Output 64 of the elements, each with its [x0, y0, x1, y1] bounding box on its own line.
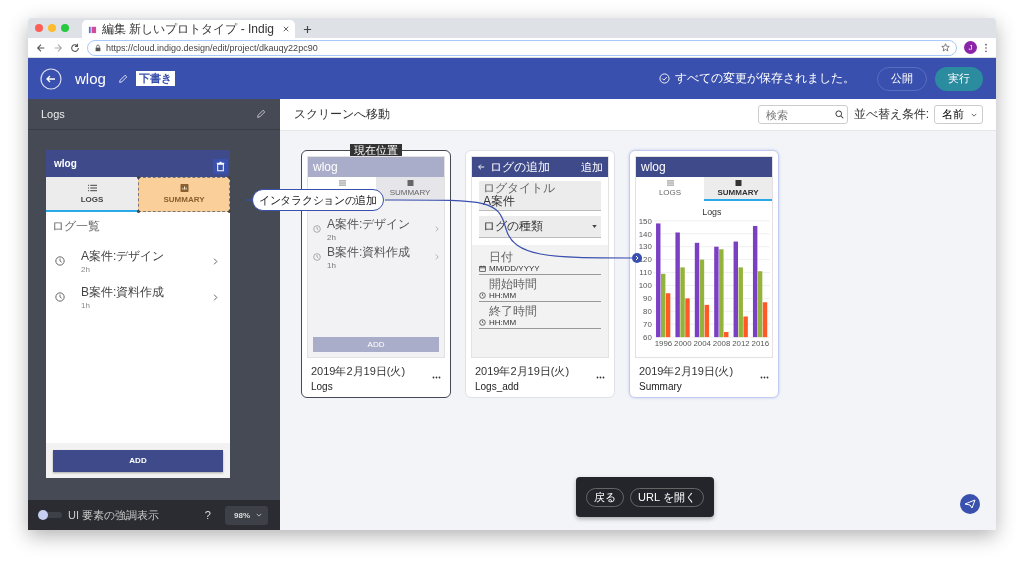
axis-tick-label: 2004: [693, 339, 711, 348]
input-field: 終了時間 HH:MM: [479, 305, 601, 329]
project-name: wlog: [75, 70, 106, 87]
axis-tick-label: 2012: [732, 339, 750, 348]
save-status: すべての変更が保存されました。: [675, 70, 855, 87]
run-button[interactable]: 実行: [935, 66, 983, 91]
axis-tick-label: 60: [643, 332, 652, 342]
item-duration: 1h: [327, 261, 337, 270]
draft-badge: 下書き: [135, 71, 175, 86]
list-item[interactable]: B案件:資料作成 1h: [52, 279, 224, 315]
item-title: A案件:デザイン: [327, 216, 412, 233]
item-duration: 1h: [81, 301, 91, 310]
screen-name: Logs: [311, 380, 334, 392]
tab[interactable]: LOGS: [46, 177, 138, 212]
screen-name: Summary: [639, 380, 683, 392]
toggle-label: UI 要素の強調表示: [68, 507, 160, 523]
input-field: 日付 MM/DD/YYYY: [479, 251, 601, 275]
add-action: 追加: [581, 159, 603, 175]
axis-tick-label: 100: [638, 281, 652, 291]
screen-date: 2019年2月19日(火): [639, 363, 735, 379]
axis-tick-label: 2008: [712, 339, 731, 348]
axis-tick-label: 2000: [674, 339, 692, 348]
tab: SUMMARY: [376, 177, 444, 201]
axis-tick-label: 1996: [654, 339, 673, 348]
item-title: A案件:デザイン: [81, 248, 166, 265]
sort-dropdown[interactable]: 名前: [934, 105, 983, 124]
sort-label: 並べ替え条件:: [853, 106, 929, 123]
tab: SUMMARY: [704, 177, 772, 201]
app-title: ログの追加: [490, 158, 550, 176]
text-field: ログタイトル A案件: [479, 181, 601, 211]
current-location-badge: 現在位置: [350, 144, 402, 156]
section-label: ログ一覧: [52, 218, 101, 235]
help-button[interactable]: ?: [204, 509, 211, 521]
item-duration: 2h: [327, 233, 337, 242]
input-field: 開始時間 HH:MM: [479, 278, 601, 302]
screen-date: 2019年2月19日(火): [311, 363, 407, 379]
item-title: B案件:資料作成: [327, 244, 412, 261]
tab[interactable]: SUMMARY: [138, 177, 230, 212]
add-button: ADD: [313, 337, 439, 352]
screen-date: 2019年2月19日(火): [475, 363, 571, 379]
app-title: wlog: [313, 160, 338, 174]
screen-title: Logs: [41, 108, 66, 120]
search-field[interactable]: 検索: [757, 105, 848, 124]
axis-tick-label: 2016: [751, 339, 770, 348]
chart-title: Logs: [702, 206, 722, 217]
add-interaction-bubble[interactable]: インタラクションの追加: [252, 189, 384, 211]
list-item[interactable]: A案件:デザイン 2h: [52, 243, 224, 279]
app-title: wlog: [641, 160, 666, 174]
axis-tick-label: 140: [638, 229, 652, 239]
axis-tick-label: 80: [643, 307, 652, 317]
axis-tick-label: 90: [643, 294, 652, 304]
panel-title: スクリーンへ移動: [294, 106, 390, 123]
browser-tab[interactable]: 編集 新しいプロトタイプ - Indig: [82, 20, 296, 38]
add-button[interactable]: ADD: [53, 449, 223, 472]
axis-tick-label: 110: [639, 268, 652, 278]
axis-tick-label: 130: [638, 242, 652, 252]
zoom-dropdown[interactable]: 98%: [225, 505, 268, 525]
item-title: B案件:資料作成: [81, 284, 166, 301]
item-duration: 2h: [81, 265, 91, 274]
axis-tick-label: 150: [638, 216, 652, 226]
axis-tick-label: 70: [643, 320, 652, 329]
screen-name: Logs_add: [475, 380, 520, 392]
profile-avatar[interactable]: J: [964, 41, 977, 54]
app-title: wlog: [54, 158, 78, 169]
